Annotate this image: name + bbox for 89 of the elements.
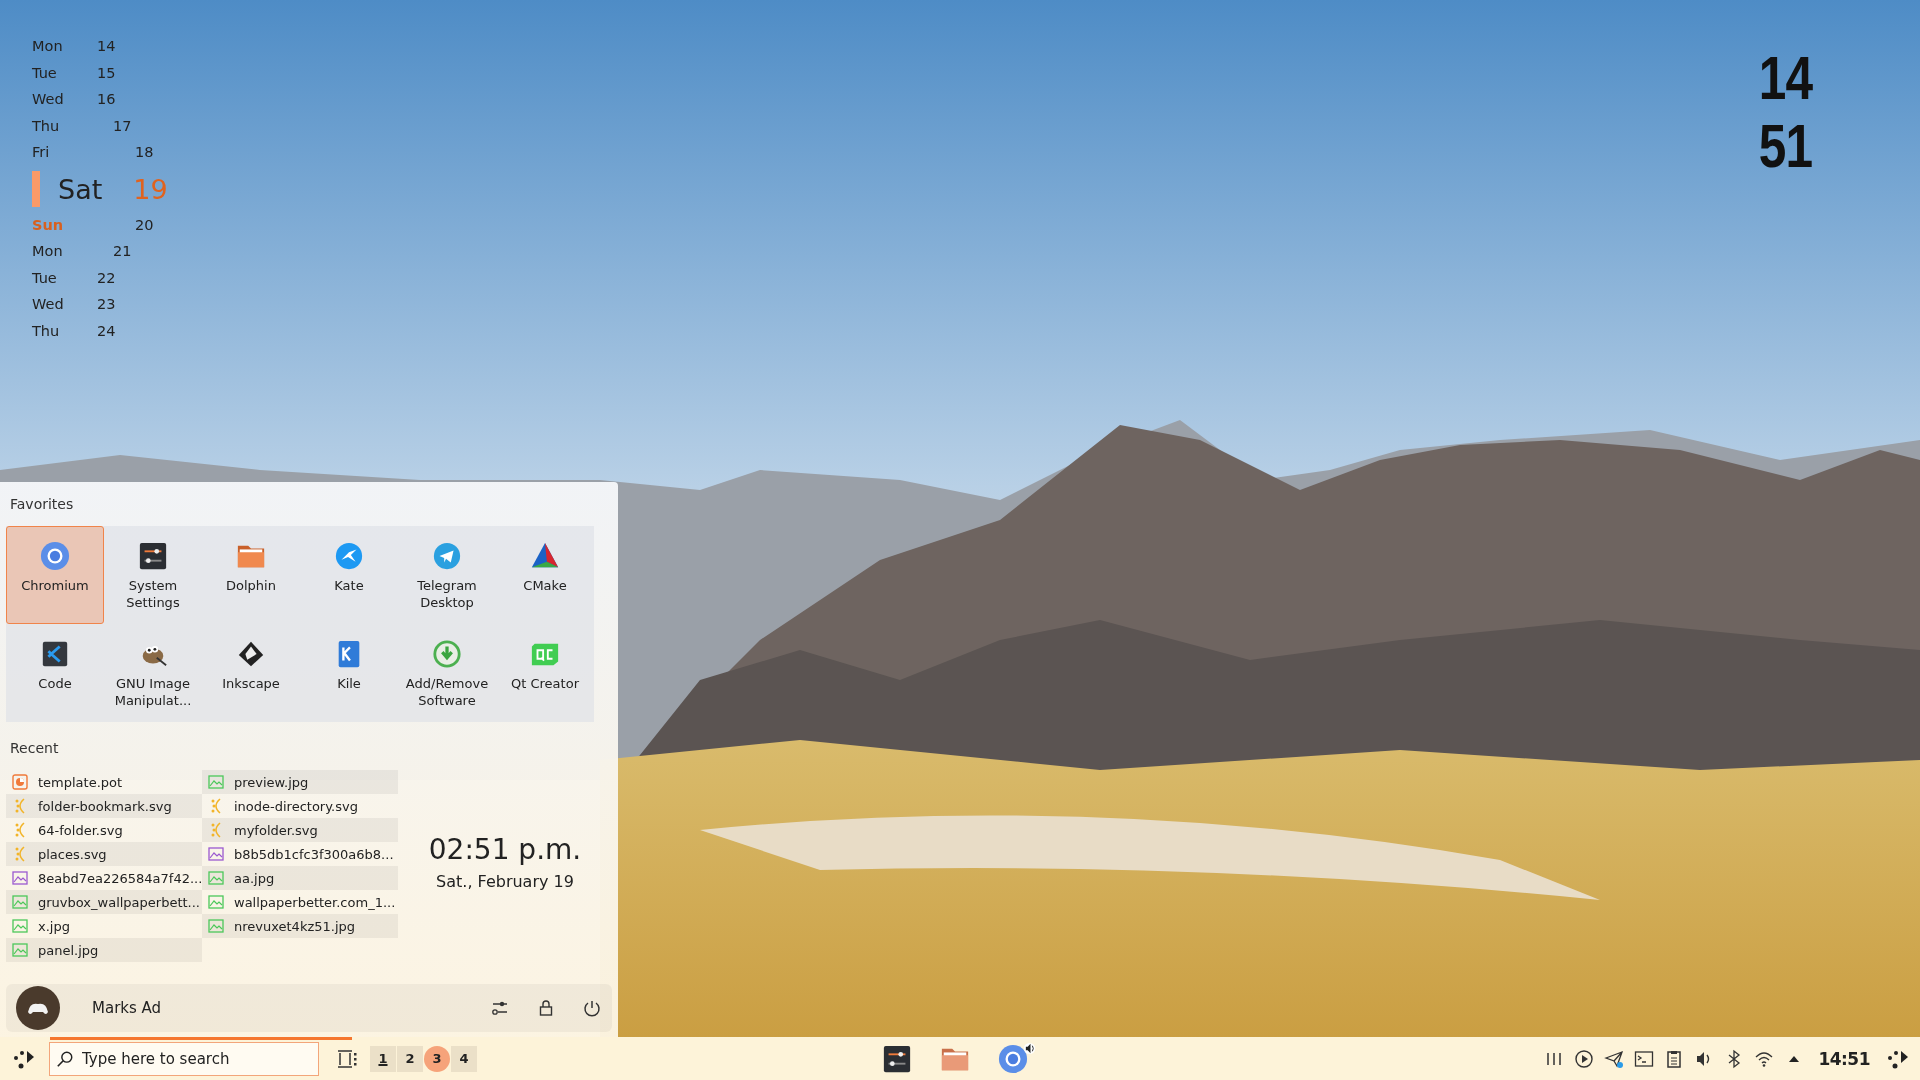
- date-number: 19: [133, 173, 168, 205]
- image-file-icon: [208, 894, 224, 910]
- sliders-icon: [138, 541, 168, 571]
- desktop-button[interactable]: 4: [451, 1045, 477, 1072]
- section-title: Recent: [9, 739, 60, 758]
- app-tile[interactable]: Qt Creator: [496, 624, 594, 722]
- recent-file[interactable]: wallpaperbetter.com_1...: [202, 890, 398, 914]
- recent-file[interactable]: template.pot: [6, 770, 202, 794]
- date-number: 18: [135, 144, 154, 161]
- desktop-button[interactable]: 3: [424, 1045, 450, 1072]
- clock-date: Sat., February 19: [436, 872, 574, 891]
- user-name: Marks Ad: [92, 999, 162, 1017]
- image-file-icon: [208, 918, 224, 934]
- date-number: 16: [97, 91, 116, 108]
- weekday-label: Tue: [32, 64, 58, 81]
- recent-file[interactable]: folder-bookmark.svg: [6, 794, 202, 818]
- recent-file[interactable]: inode-directory.svg: [202, 794, 398, 818]
- browser-icon: [998, 1043, 1028, 1074]
- image-file-icon: [208, 870, 224, 886]
- recent-file[interactable]: panel.jpg: [6, 938, 202, 962]
- image-file-icon: [208, 774, 224, 790]
- image-file-icon: [12, 870, 28, 886]
- recent-file[interactable]: myfolder.svg: [202, 818, 398, 842]
- image-file-icon: [208, 846, 224, 862]
- date-number: 24: [97, 322, 116, 339]
- date-number: 21: [113, 243, 132, 260]
- weekday-label: Sun: [32, 216, 65, 233]
- date-number: 23: [97, 296, 116, 313]
- weekday-label: Wed: [32, 91, 65, 108]
- weekday-label: Thu: [32, 117, 61, 134]
- app-tile[interactable]: Inkscape: [202, 624, 300, 722]
- clock-minutes: 51: [1758, 112, 1813, 180]
- play-icon[interactable]: [1574, 1048, 1595, 1069]
- paper-plane-icon: [432, 541, 462, 571]
- app-tile[interactable]: Kate: [300, 526, 398, 624]
- desktop-button[interactable]: 2: [397, 1045, 423, 1072]
- app-tile[interactable]: Chromium: [6, 526, 104, 624]
- recent-file[interactable]: nrevuxet4kz51.jpg: [202, 914, 398, 938]
- weekday-label: Mon: [32, 38, 64, 55]
- image-file-icon: [12, 894, 28, 910]
- app-tile[interactable]: Add/Remove Software: [398, 624, 496, 722]
- section-title: Favorites: [9, 495, 75, 514]
- weekday-label: Fri: [32, 144, 51, 161]
- taskbar-clock[interactable]: 14:51: [1818, 1048, 1870, 1069]
- app-tile[interactable]: Code: [6, 624, 104, 722]
- date-number: 15: [97, 64, 116, 81]
- date-number: 17: [113, 117, 132, 134]
- window-list-icon[interactable]: [336, 1047, 358, 1070]
- recent-file[interactable]: x.jpg: [6, 914, 202, 938]
- weekday-label: Sat: [58, 173, 103, 205]
- bird-icon: [334, 541, 364, 571]
- search-icon: [56, 1049, 74, 1068]
- clock-hours: 14: [1758, 44, 1813, 112]
- recent-file[interactable]: gruvbox_wallpaperbett...: [6, 890, 202, 914]
- search-field[interactable]: Type here to search: [49, 1041, 319, 1076]
- weekday-label: Tue: [32, 269, 58, 286]
- avatar-picture[interactable]: [16, 986, 60, 1030]
- app-tile[interactable]: System Settings: [104, 526, 202, 624]
- download-icon: [432, 639, 462, 669]
- recent-file[interactable]: 64-folder.svg: [6, 818, 202, 842]
- date-number: 20: [135, 216, 154, 233]
- paper-plane-icon[interactable]: [1604, 1048, 1625, 1069]
- diamond-icon: [236, 639, 266, 669]
- date-number: 22: [97, 269, 116, 286]
- speaker-icon: [1024, 1041, 1037, 1055]
- app-tile[interactable]: Dolphin: [202, 526, 300, 624]
- recent-file[interactable]: places.svg: [6, 842, 202, 866]
- desktop-button[interactable]: 1: [370, 1045, 396, 1072]
- code-editor-icon: [40, 639, 70, 669]
- chart-file-icon: [12, 774, 28, 790]
- terminal-icon[interactable]: [1634, 1048, 1655, 1069]
- sliders-icon: [882, 1043, 912, 1074]
- weekday-label: Mon: [32, 243, 64, 260]
- weekday-label: Wed: [32, 296, 65, 313]
- app-tile[interactable]: GNU Image Manipulat...: [104, 624, 202, 722]
- clock-time: 02:51 p.m.: [428, 833, 582, 866]
- recent-file[interactable]: preview.jpg: [202, 770, 398, 794]
- image-file-icon: [12, 918, 28, 934]
- weekday-label: Thu: [32, 322, 61, 339]
- power-icon: [582, 998, 602, 1018]
- app-tile[interactable]: Kile: [300, 624, 398, 722]
- recent-file[interactable]: 8eabd7ea226584a7f42...: [6, 866, 202, 890]
- recent-file[interactable]: aa.jpg: [202, 866, 398, 890]
- recent-file[interactable]: b8b5db1cfc3f300a6b8...: [202, 842, 398, 866]
- browser-icon: [40, 541, 70, 571]
- image-file-icon: [12, 942, 28, 958]
- app-tile[interactable]: CMake: [496, 526, 594, 624]
- app-tile[interactable]: Telegram Desktop: [398, 526, 496, 624]
- date-number: 14: [97, 38, 116, 55]
